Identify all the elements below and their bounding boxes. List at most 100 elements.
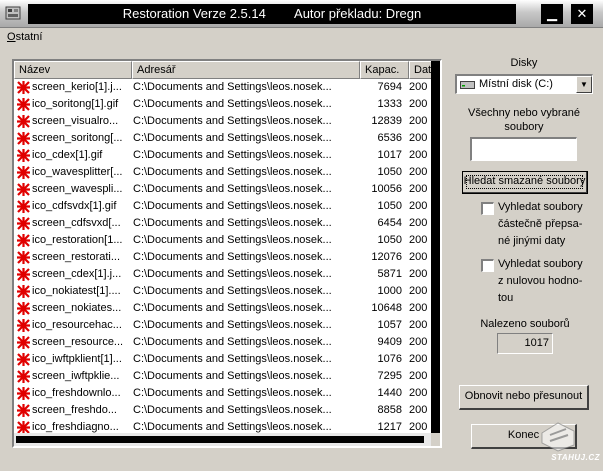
cell-path: C:\Documents and Settings\leos.nosek... <box>133 115 332 127</box>
list-rows: screen_kerio[1].j... C:\Documents and Set… <box>14 79 431 433</box>
table-row[interactable]: ico_cdex[1].gif C:\Documents and Settings… <box>14 147 431 164</box>
scroll-corner <box>431 433 440 446</box>
deleted-file-icon <box>17 115 30 128</box>
cell-size: 7295 <box>377 370 402 382</box>
zero-value-label-line2: z nulovou hodno- <box>498 275 583 287</box>
table-row[interactable]: ico_cdfsvdx[1].gif C:\Documents and Setti… <box>14 198 431 215</box>
table-row[interactable]: screen_visualro... C:\Documents and Setti… <box>14 113 431 130</box>
table-row[interactable]: screen_cdfsvxd[... C:\Documents and Setti… <box>14 215 431 232</box>
cell-name: ico_restoration[1... <box>32 234 123 246</box>
title-bar: Restoration Verze 2.5.14 Autor překladu:… <box>0 0 603 28</box>
restore-button[interactable]: Obnovit nebo přesunout <box>459 385 589 410</box>
cell-name: screen_soritong[... <box>32 132 123 144</box>
cell-date: 200 <box>409 336 428 348</box>
table-row[interactable]: screen_wavespli... C:\Documents and Setti… <box>14 181 431 198</box>
disk-select-dropdown-button[interactable]: ▼ <box>576 76 592 93</box>
cell-path: C:\Documents and Settings\leos.nosek... <box>133 234 332 246</box>
cell-name: screen_cdex[1].j... <box>32 268 122 280</box>
column-header-path[interactable]: Adresář <box>132 61 360 79</box>
table-row[interactable]: screen_soritong[... C:\Documents and Sett… <box>14 130 431 147</box>
file-list[interactable]: Název Adresář Kapac. Datu screen_kerio[1… <box>12 59 442 448</box>
watermark-text: STAHUJ.CZ <box>551 453 600 462</box>
deleted-file-icon <box>17 353 30 366</box>
table-row[interactable]: ico_nokiatest[1].... C:\Documents and Set… <box>14 283 431 300</box>
cell-name: screen_wavespli... <box>32 183 123 195</box>
deleted-file-icon <box>17 98 30 111</box>
cell-path: C:\Documents and Settings\leos.nosek... <box>133 302 332 314</box>
cell-date: 200 <box>409 387 428 399</box>
cell-name: screen_freshdo... <box>32 404 117 416</box>
cell-size: 1017 <box>377 149 402 161</box>
table-row[interactable]: screen_nokiates... C:\Documents and Setti… <box>14 300 431 317</box>
cell-date: 200 <box>409 98 428 110</box>
menu-item-ostatni[interactable]: Ostatní <box>7 31 42 43</box>
table-row[interactable]: ico_restoration[1... C:\Documents and Set… <box>14 232 431 249</box>
cell-path: C:\Documents and Settings\leos.nosek... <box>133 421 332 433</box>
cell-path: C:\Documents and Settings\leos.nosek... <box>133 387 332 399</box>
disk-select[interactable]: Místní disk (C:) ▼ <box>455 74 593 94</box>
column-header-name[interactable]: Název <box>14 61 132 79</box>
cell-name: ico_wavesplitter[... <box>32 166 123 178</box>
search-deleted-button[interactable]: Hledat smazané soubory <box>462 171 588 194</box>
cell-path: C:\Documents and Settings\leos.nosek... <box>133 98 332 110</box>
partial-overwrite-checkbox[interactable] <box>481 202 494 215</box>
zero-value-checkbox[interactable] <box>481 259 494 272</box>
cell-date: 200 <box>409 251 428 263</box>
table-row[interactable]: ico_wavesplitter[... C:\Documents and Set… <box>14 164 431 181</box>
app-icon[interactable] <box>4 4 22 22</box>
cell-path: C:\Documents and Settings\leos.nosek... <box>133 166 332 178</box>
cell-size: 1050 <box>377 166 402 178</box>
minimize-button[interactable]: ▁ <box>541 4 563 24</box>
table-row[interactable]: ico_freshdiagno... C:\Documents and Setti… <box>14 419 431 433</box>
column-header-size[interactable]: Kapac. <box>360 61 409 79</box>
cell-name: screen_restorati... <box>32 251 121 263</box>
cell-date: 200 <box>409 285 428 297</box>
table-row[interactable]: screen_cdex[1].j... C:\Documents and Sett… <box>14 266 431 283</box>
cell-name: ico_cdex[1].gif <box>32 149 103 161</box>
cell-size: 8858 <box>377 404 402 416</box>
table-row[interactable]: ico_iwftpklient[1]... C:\Documents and Se… <box>14 351 431 368</box>
deleted-file-icon <box>17 319 30 332</box>
cell-name: screen_nokiates... <box>32 302 122 314</box>
close-button[interactable]: ✕ <box>571 4 593 24</box>
table-row[interactable]: screen_freshdo... C:\Documents and Settin… <box>14 402 431 419</box>
cell-path: C:\Documents and Settings\leos.nosek... <box>133 183 332 195</box>
cell-date: 200 <box>409 353 428 365</box>
zero-value-label-line1: Vyhledat soubory <box>498 258 583 270</box>
cell-size: 5871 <box>377 268 402 280</box>
vertical-scrollbar[interactable] <box>431 61 440 433</box>
deleted-file-icon <box>17 183 30 196</box>
cell-name: ico_cdfsvdx[1].gif <box>32 200 117 212</box>
table-row[interactable]: screen_restorati... C:\Documents and Sett… <box>14 249 431 266</box>
files-filter-input[interactable] <box>470 137 577 161</box>
horizontal-scroll-thumb[interactable] <box>16 436 424 443</box>
cell-path: C:\Documents and Settings\leos.nosek... <box>133 319 332 331</box>
cell-path: C:\Documents and Settings\leos.nosek... <box>133 200 332 212</box>
cell-date: 200 <box>409 81 428 93</box>
table-row[interactable]: screen_iwftpklie... C:\Documents and Sett… <box>14 368 431 385</box>
cell-size: 1057 <box>377 319 402 331</box>
cell-size: 1050 <box>377 200 402 212</box>
cell-date: 200 <box>409 166 428 178</box>
hard-disk-icon <box>460 81 475 89</box>
cell-size: 1440 <box>377 387 402 399</box>
cell-name: screen_resource... <box>32 336 124 348</box>
cell-size: 1217 <box>377 421 402 433</box>
list-header: Název Adresář Kapac. Datu <box>14 61 431 79</box>
cell-path: C:\Documents and Settings\leos.nosek... <box>133 404 332 416</box>
cell-path: C:\Documents and Settings\leos.nosek... <box>133 81 332 93</box>
table-row[interactable]: ico_resourcehac... C:\Documents and Setti… <box>14 317 431 334</box>
table-row[interactable]: screen_resource... C:\Documents and Setti… <box>14 334 431 351</box>
cell-date: 200 <box>409 268 428 280</box>
table-row[interactable]: ico_freshdownlo... C:\Documents and Setti… <box>14 385 431 402</box>
cell-name: ico_freshdownlo... <box>32 387 121 399</box>
cell-date: 200 <box>409 421 428 433</box>
column-header-date[interactable]: Datu <box>409 61 431 79</box>
cell-path: C:\Documents and Settings\leos.nosek... <box>133 268 332 280</box>
vertical-scroll-thumb[interactable] <box>431 61 440 433</box>
table-row[interactable]: screen_kerio[1].j... C:\Documents and Set… <box>14 79 431 96</box>
cell-size: 9409 <box>377 336 402 348</box>
horizontal-scrollbar[interactable] <box>14 433 431 446</box>
table-row[interactable]: ico_soritong[1].gif C:\Documents and Sett… <box>14 96 431 113</box>
disks-label: Disky <box>510 57 538 69</box>
